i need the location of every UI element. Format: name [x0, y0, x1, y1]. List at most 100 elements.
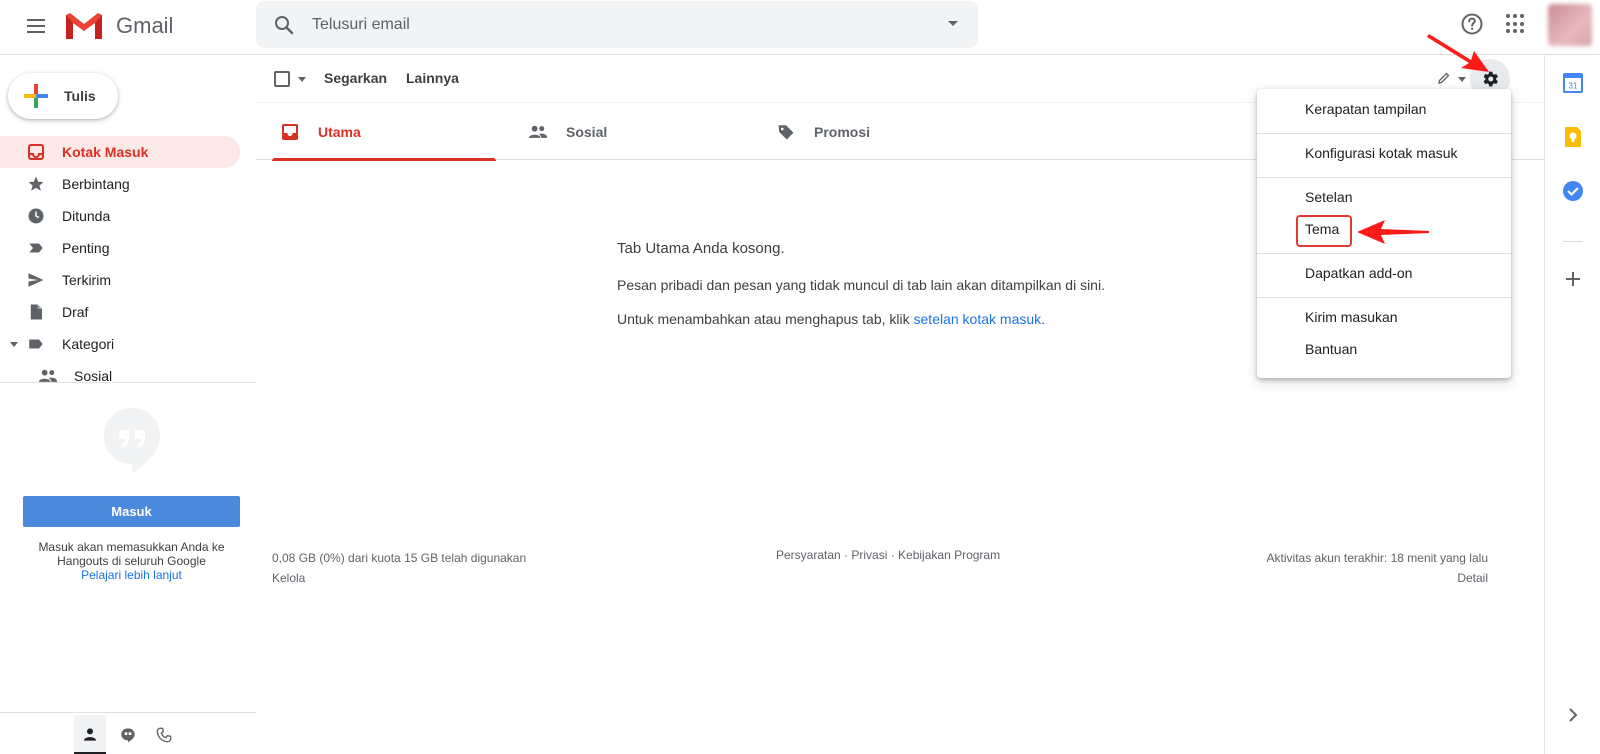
- people-icon: [528, 122, 548, 142]
- inbox-icon: [26, 142, 46, 162]
- hangouts-icon: [104, 408, 160, 474]
- compose-plus-icon: [22, 82, 50, 110]
- tab-label: Utama: [318, 124, 361, 140]
- input-tools-caret-icon[interactable]: [1458, 77, 1466, 82]
- select-options-caret-icon[interactable]: [298, 77, 306, 82]
- menu-divider: [1257, 133, 1511, 134]
- compose-button[interactable]: Tulis: [8, 73, 118, 119]
- label-icon: [26, 334, 46, 354]
- main-menu-button[interactable]: [22, 12, 50, 40]
- hangouts-signin-button[interactable]: Masuk: [23, 496, 240, 527]
- sidebar-item-label: Penting: [62, 240, 110, 256]
- storage-info: 0,08 GB (0%) dari kuota 15 GB telah digu…: [272, 548, 526, 588]
- sidebar-item-social[interactable]: Sosial: [0, 360, 240, 392]
- app-name: Gmail: [116, 13, 174, 38]
- contacts-tab[interactable]: [74, 715, 106, 754]
- tab-label: Promosi: [814, 124, 871, 140]
- expand-caret-icon[interactable]: [10, 342, 18, 347]
- account-activity: Aktivitas akun terakhir: 18 menit yang l…: [1267, 548, 1488, 588]
- person-icon: [84, 727, 96, 741]
- menu-item-display-density[interactable]: Kerapatan tampilan: [1257, 93, 1511, 125]
- menu-bar-icon: [27, 19, 45, 21]
- themes-highlight-box: [1296, 215, 1352, 247]
- search-bar: [256, 1, 978, 48]
- calendar-icon[interactable]: 31: [1562, 72, 1584, 94]
- menu-item-configure-inbox[interactable]: Konfigurasi kotak masuk: [1257, 137, 1511, 169]
- sidebar-item-sent[interactable]: Terkirim: [0, 264, 240, 296]
- clock-icon: [26, 206, 46, 226]
- menu-divider: [1257, 253, 1511, 254]
- draft-icon: [26, 302, 46, 322]
- side-panel-divider: [1563, 241, 1583, 242]
- side-panel: 31: [1544, 56, 1600, 754]
- add-addon-icon[interactable]: [1562, 268, 1584, 290]
- hangouts-quote-icon: [121, 728, 135, 743]
- tab-primary[interactable]: Utama: [264, 104, 504, 161]
- storage-usage: 0,08 GB (0%) dari kuota 15 GB telah digu…: [272, 551, 527, 565]
- phone-icon: [156, 727, 172, 743]
- tasks-icon[interactable]: [1562, 180, 1584, 202]
- select-all-checkbox[interactable]: [274, 71, 290, 87]
- empty-state-title: Tab Utama Anda kosong.: [617, 240, 785, 257]
- sidebar-item-drafts[interactable]: Draf: [0, 296, 240, 328]
- menu-item-get-addons[interactable]: Dapatkan add-on: [1257, 257, 1511, 289]
- sidebar-item-inbox[interactable]: Kotak Masuk: [0, 136, 240, 168]
- search-input[interactable]: [312, 11, 912, 39]
- gmail-logo[interactable]: Gmail: [64, 10, 173, 42]
- sidebar-item-label: Berbintang: [62, 176, 130, 192]
- star-icon: [26, 174, 46, 194]
- account-avatar[interactable]: [1548, 4, 1592, 46]
- inbox-settings-link[interactable]: setelan kotak masuk: [914, 311, 1042, 327]
- menu-item-settings[interactable]: Setelan: [1257, 181, 1511, 213]
- footer-policy-links[interactable]: Persyaratan · Privasi · Kebijakan Progra…: [776, 548, 1000, 562]
- people-icon: [38, 366, 58, 386]
- sidebar-item-label: Kotak Masuk: [62, 144, 149, 160]
- hint-prefix: Untuk menambahkan atau menghapus tab, kl…: [617, 311, 914, 327]
- sidebar-item-starred[interactable]: Berbintang: [0, 168, 240, 200]
- compose-label: Tulis: [64, 88, 96, 104]
- activity-details-link[interactable]: Detail: [1267, 568, 1488, 588]
- menu-bar-icon: [27, 25, 45, 27]
- search-options-caret-icon[interactable]: [948, 21, 958, 26]
- menu-item-help[interactable]: Bantuan: [1257, 333, 1511, 365]
- tab-social[interactable]: Sosial: [512, 104, 752, 160]
- sidebar-item-label: Terkirim: [62, 272, 111, 288]
- tab-label: Sosial: [566, 124, 608, 140]
- sidebar-item-label: Kategori: [62, 336, 115, 352]
- send-icon: [26, 270, 46, 290]
- search-icon[interactable]: [272, 13, 296, 37]
- sidebar-divider: [0, 382, 256, 383]
- hangouts-bottom-bar: [0, 712, 256, 754]
- keep-icon[interactable]: [1562, 126, 1584, 148]
- manage-storage-link[interactable]: Kelola: [272, 568, 526, 588]
- menu-bar-icon: [27, 31, 45, 33]
- label-important-icon: [26, 238, 46, 258]
- google-apps-icon[interactable]: [1506, 14, 1526, 34]
- more-button[interactable]: Lainnya: [406, 70, 459, 86]
- menu-divider: [1257, 177, 1511, 178]
- sidebar-item-snoozed[interactable]: Ditunda: [0, 200, 240, 232]
- sidebar-item-important[interactable]: Penting: [0, 232, 240, 264]
- sidebar-item-label: Ditunda: [62, 208, 111, 224]
- sidebar-nav: Kotak Masuk Berbintang Ditunda Penting T…: [0, 136, 256, 392]
- last-activity: Aktivitas akun terakhir: 18 menit yang l…: [1266, 551, 1488, 565]
- calendar-day: 31: [1569, 82, 1578, 91]
- conversations-tab[interactable]: [112, 715, 144, 754]
- tag-icon: [776, 122, 796, 142]
- hint-suffix: .: [1041, 311, 1046, 327]
- tab-promotions[interactable]: Promosi: [760, 104, 1000, 160]
- annotation-arrow-icon: [1357, 220, 1429, 244]
- gmail-m-icon: [66, 13, 102, 39]
- chevron-right-icon[interactable]: [1562, 704, 1584, 726]
- hangouts-learn-more-link[interactable]: Pelajari lebih lanjut: [20, 568, 243, 582]
- menu-item-send-feedback[interactable]: Kirim masukan: [1257, 301, 1511, 333]
- phone-tab[interactable]: [148, 715, 180, 754]
- refresh-button[interactable]: Segarkan: [324, 70, 387, 86]
- empty-state-description: Pesan pribadi dan pesan yang tidak muncu…: [617, 277, 1105, 293]
- header: Gmail: [0, 0, 1600, 55]
- menu-divider: [1257, 297, 1511, 298]
- sidebar-item-categories[interactable]: Kategori: [0, 328, 240, 360]
- sidebar: Tulis Kotak Masuk Berbintang Ditunda Pen…: [0, 56, 256, 754]
- inbox-icon: [280, 122, 300, 142]
- annotation-arrow-icon: [1427, 34, 1489, 72]
